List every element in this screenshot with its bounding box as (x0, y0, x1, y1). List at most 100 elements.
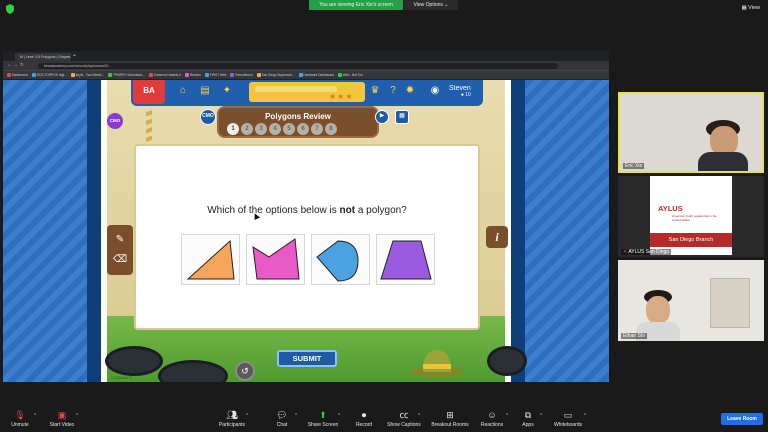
undo-icon[interactable]: ↺ (235, 361, 255, 381)
reactions-label: Reactions (480, 422, 504, 428)
option-teardrop[interactable] (311, 234, 370, 285)
participant-name: ✕ AYLUS San Diego (621, 249, 672, 255)
video-tile-eric[interactable]: Eric Xie (618, 92, 764, 173)
bookmark-label: 2023 TORPOS regi... (36, 73, 67, 77)
new-tab-icon[interactable]: + (73, 53, 76, 59)
chevron-up-icon[interactable]: ^ (584, 413, 586, 419)
aylus-logo: AYLUS (658, 204, 683, 213)
aylus-subtitle: American Youth Leadership in the United … (672, 214, 717, 222)
step-indicator[interactable]: 5 (283, 123, 295, 135)
step-indicator[interactable]: 4 (269, 123, 281, 135)
bookmark-label: tinybi - Tsui Weekl... (75, 73, 105, 77)
zoom-window: You are viewing Eric Xie's screen View O… (0, 0, 768, 432)
coin-value: 10 (465, 92, 471, 98)
url-field[interactable]: beastacademy.com/school/play/course/3/… (38, 62, 558, 69)
breakout-rooms-button[interactable]: ⊞ Breakout Rooms (430, 410, 470, 428)
chevron-up-icon[interactable]: ^ (338, 413, 340, 419)
door (710, 278, 750, 328)
chevron-up-icon[interactable]: ^ (34, 413, 36, 419)
gear-icon[interactable]: ✹ (404, 85, 416, 97)
browser-nav-icons[interactable]: ←→↻ (7, 62, 26, 68)
share-screen-label: Share Screen (307, 422, 339, 428)
home-icon[interactable]: ⌂ (177, 85, 189, 97)
bookmark-item[interactable]: Web - Bot Ton (337, 73, 363, 77)
shield-icon (6, 4, 14, 14)
bookmark-item[interactable]: TPMSPO Submissio... (108, 73, 145, 77)
chevron-down-icon: ⌄ (444, 2, 449, 8)
book-icon[interactable]: ▤ (199, 85, 211, 97)
video-tile-ethan[interactable]: Ethan Shi (618, 260, 764, 341)
puzzle-icon[interactable]: ✦ (221, 85, 233, 97)
view-options-button[interactable]: View Options ⌄ (404, 0, 458, 10)
chevron-up-icon[interactable]: ^ (418, 413, 420, 419)
option-trapezoid[interactable] (376, 234, 435, 285)
chevron-up-icon[interactable]: ^ (76, 413, 78, 419)
bookmark-label: Hardware Dashboard (303, 73, 334, 77)
question-part: a polygon? (355, 205, 407, 216)
share-screen-icon: ⬆ (319, 410, 327, 420)
submit-button[interactable]: SUBMIT (277, 350, 337, 367)
bookmark-label: San Diego Supercom... (261, 73, 295, 77)
bookmark-label: Recruitment (235, 73, 253, 77)
option-triangle[interactable] (181, 234, 240, 285)
tools-panel: ✎ ⌫ (107, 225, 133, 275)
bookmark-item[interactable]: 2023 TORPOS regi... (31, 73, 67, 77)
browser-tab-bar: M | Level 3-5 Polygons | Shapes + (3, 51, 609, 61)
notes-icon[interactable]: ▦ (395, 110, 409, 124)
cmo-badge[interactable]: CMO (200, 109, 216, 125)
avatar-icon[interactable]: ◉ (429, 85, 441, 97)
participant-name: Ethan Shi (621, 333, 647, 339)
step-indicator[interactable]: 7 (311, 123, 323, 135)
coin-count: ● 10 (460, 92, 471, 98)
share-screen-button[interactable]: ⬆ Share Screen (303, 410, 343, 428)
step-indicator[interactable]: 3 (255, 123, 267, 135)
bookmark-item[interactable]: Rancho (184, 73, 201, 77)
eraser-icon[interactable]: ⌫ (113, 253, 127, 267)
question-text: Which of the options below is not a poly… (136, 205, 478, 216)
game-area: BA ⌂ ▤ ✦ ★★★ ♛ ? ✹ ◉ Steven ● 10 CMO CMO… (3, 80, 609, 382)
step-indicator[interactable]: 8 (325, 123, 337, 135)
browser-tab[interactable]: M | Level 3-5 Polygons | Shapes (15, 53, 71, 61)
step-indicator[interactable]: 2 (241, 123, 253, 135)
teardrop-shape (316, 240, 359, 282)
aylus-logo-card: AYLUS American Youth Leadership in the U… (650, 176, 732, 255)
whiteboards-button[interactable]: ▭ Whiteboards (548, 410, 588, 428)
leave-room-button[interactable]: Leave Room (721, 413, 763, 425)
pencil-icon[interactable]: ✎ (113, 233, 127, 247)
play-icon[interactable]: ▶ (375, 110, 389, 124)
bookmark-item[interactable]: Recruitment (230, 73, 253, 77)
chevron-up-icon[interactable]: ^ (295, 413, 297, 419)
info-button[interactable]: i (486, 226, 508, 248)
cmo-side-badge[interactable]: CMO (107, 113, 123, 129)
help-icon[interactable]: ? (387, 85, 399, 97)
bookmark-item[interactable]: tinybi - Tsui Weekl... (70, 73, 105, 77)
question-card: Which of the options below is not a poly… (134, 144, 480, 330)
person-face (646, 296, 670, 324)
step-indicator[interactable]: 6 (297, 123, 309, 135)
player-info[interactable]: Steven ● 10 (449, 85, 471, 98)
view-button[interactable]: ▦ View (741, 5, 760, 11)
chevron-up-icon[interactable]: ^ (540, 413, 542, 419)
participant-name: Eric Xie (623, 163, 645, 169)
show-captions-label: Show Captions (387, 422, 421, 428)
bookmark-item[interactable]: San Diego Supercom... (256, 73, 295, 77)
bookmark-item[interactable]: FIRST Web (204, 73, 227, 77)
video-tile-aylus[interactable]: AYLUS American Youth Leadership in the U… (618, 176, 764, 257)
shared-screen: M | Level 3-5 Polygons | Shapes + ←→↻ be… (3, 51, 609, 382)
beast-academy-logo[interactable]: BA (133, 80, 165, 104)
right-stripe (511, 80, 525, 382)
step-indicator[interactable]: 1 (227, 123, 239, 135)
medal-icon[interactable]: ♛ (369, 85, 381, 97)
option-pentagon[interactable] (246, 234, 305, 285)
record-button[interactable]: ⏺ Record (344, 410, 384, 428)
progress-track (255, 86, 337, 92)
aylus-branch-bar: San Diego Branch (650, 233, 732, 247)
bookmark-label: FIRST Web (209, 73, 227, 77)
bookmark-item[interactable]: Common Hostels # (148, 73, 181, 77)
left-stripe (87, 80, 101, 382)
player-name: Steven (449, 85, 471, 92)
chevron-up-icon[interactable]: ^ (246, 413, 248, 419)
bookmark-label: Common Hostels # (153, 73, 181, 77)
bookmark-item[interactable]: Dashboard (7, 73, 28, 77)
bookmark-item[interactable]: Hardware Dashboard (298, 73, 334, 77)
